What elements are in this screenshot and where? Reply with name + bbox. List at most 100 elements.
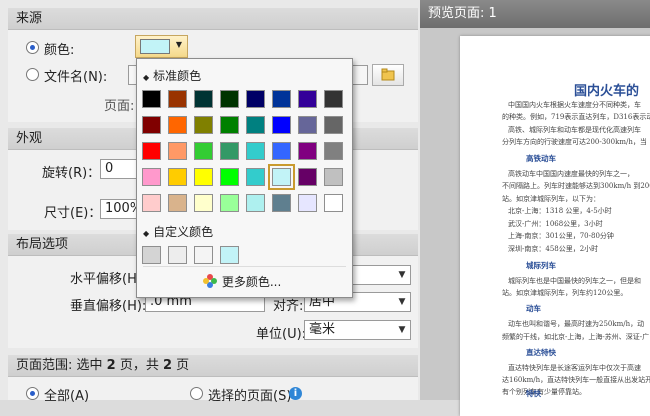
- color-swatch[interactable]: [246, 194, 265, 212]
- preview-title: 预览页面: 1: [420, 0, 650, 28]
- page-label: 页面:: [104, 99, 135, 114]
- preview-heading: 特快: [526, 389, 541, 398]
- page-range-prefix: 页面范围: 选中: [16, 358, 107, 373]
- color-picker-popup: ◆ 标准颜色 ◆ 自定义颜色 更多颜色...: [136, 58, 353, 298]
- all-pages-label: 全部(A): [44, 389, 90, 404]
- color-swatch[interactable]: [220, 90, 239, 108]
- color-swatch[interactable]: [194, 194, 213, 212]
- color-swatch[interactable]: [298, 90, 317, 108]
- color-swatch[interactable]: [142, 90, 161, 108]
- color-swatch[interactable]: [168, 116, 187, 134]
- custom-color-swatch[interactable]: [142, 246, 161, 264]
- color-swatch[interactable]: [324, 90, 343, 108]
- color-swatch[interactable]: [220, 142, 239, 160]
- color-swatch[interactable]: [324, 168, 343, 186]
- h-offset-label: 水平偏移(H):: [70, 272, 147, 287]
- color-swatch[interactable]: [194, 90, 213, 108]
- preview-content: 国内火车的 中国国内火车根据火车速度分不同种类，车 的种类。例如，719表示直达…: [460, 36, 650, 400]
- color-swatch[interactable]: [268, 164, 295, 190]
- color-swatch[interactable]: [272, 116, 291, 134]
- color-swatch[interactable]: [298, 194, 317, 212]
- page-range-suffix: 页: [172, 358, 190, 373]
- color-swatch[interactable]: [168, 194, 187, 212]
- preview-line: 武汉-广州：1068公里，3小时: [508, 220, 603, 228]
- divider: [143, 266, 346, 267]
- color-swatch[interactable]: [246, 90, 265, 108]
- color-swatch[interactable]: [168, 90, 187, 108]
- preview-line: 北京-上海：1318 公里，4-5小时: [508, 207, 612, 215]
- color-swatch[interactable]: [142, 168, 161, 186]
- color-dropdown-button[interactable]: ▼: [135, 35, 188, 58]
- filename-radio[interactable]: [26, 68, 39, 81]
- chevron-down-icon: ▼: [398, 270, 406, 280]
- color-swatch[interactable]: [324, 116, 343, 134]
- browse-button[interactable]: [372, 64, 404, 86]
- color-radio[interactable]: [26, 41, 39, 54]
- selected-count: 2: [106, 358, 116, 373]
- standard-colors-header: ◆ 标准颜色: [143, 67, 201, 84]
- filename-label: 文件名(N):: [44, 70, 108, 85]
- color-swatch[interactable]: [194, 116, 213, 134]
- color-swatch[interactable]: [142, 194, 161, 212]
- color-swatch[interactable]: [324, 142, 343, 160]
- v-offset-label: 垂直偏移(H):: [70, 299, 147, 314]
- page-range-middle: 页，共: [115, 358, 163, 373]
- color-swatch[interactable]: [298, 116, 317, 134]
- color-swatch[interactable]: [246, 168, 265, 186]
- color-swatch[interactable]: [194, 142, 213, 160]
- color-swatch[interactable]: [168, 142, 187, 160]
- page-range-section: 全部(A) 选择的页面(S): [8, 377, 418, 404]
- page-range-header: 页面范围: 选中 2 页，共 2 页: [8, 355, 418, 377]
- preview-line: 站。如京津城际列车，以下为：: [502, 195, 600, 203]
- color-swatch[interactable]: [220, 194, 239, 212]
- info-icon[interactable]: i: [289, 387, 302, 400]
- color-swatch[interactable]: [220, 168, 239, 186]
- preview-line: 高铁、城际列车和动车都是现代化高速列车: [508, 126, 641, 134]
- color-swatch[interactable]: [142, 116, 161, 134]
- color-swatch[interactable]: [246, 142, 265, 160]
- chevron-down-icon: ▼: [398, 297, 406, 307]
- doc-title: 国内火车的: [574, 84, 640, 99]
- color-swatch[interactable]: [142, 142, 161, 160]
- color-swatch[interactable]: [272, 194, 291, 212]
- color-label: 颜色:: [44, 43, 75, 58]
- custom-colors-label: 自定义颜色: [153, 225, 214, 239]
- diamond-icon: ◆: [143, 73, 150, 82]
- color-swatch[interactable]: [272, 90, 291, 108]
- preview-line: 深圳-南京：458公里，2小时: [508, 245, 599, 253]
- custom-colors-header: ◆ 自定义颜色: [143, 223, 213, 240]
- color-swatch[interactable]: [324, 194, 343, 212]
- preview-heading: 高铁动车: [526, 154, 556, 163]
- color-swatch[interactable]: [298, 142, 317, 160]
- total-count: 2: [162, 358, 173, 373]
- color-swatch[interactable]: [194, 168, 213, 186]
- preview-line: 达160km/h，直达特快列车一般直接从出发站开到: [502, 376, 650, 384]
- custom-color-swatch[interactable]: [220, 246, 239, 264]
- color-swatch[interactable]: [298, 168, 317, 186]
- color-swatch[interactable]: [220, 116, 239, 134]
- more-colors-button[interactable]: 更多颜色...: [202, 273, 281, 290]
- rotation-input[interactable]: 0: [100, 159, 140, 179]
- unit-value: 毫米: [309, 322, 336, 337]
- preview-heading: 直达特快: [526, 348, 556, 357]
- preview-line: 的种类。例如，719表示直达列车，D316表示动: [502, 113, 650, 121]
- unit-select[interactable]: 毫米 ▼: [304, 320, 411, 340]
- preview-heading: 城际列车: [526, 261, 556, 270]
- all-pages-radio[interactable]: [26, 387, 39, 400]
- selected-pages-radio[interactable]: [190, 387, 203, 400]
- color-swatch[interactable]: [272, 142, 291, 160]
- selected-pages-label: 选择的页面(S): [208, 389, 292, 404]
- preview-line: 站。如京津城际列车，列车约120公里。: [502, 289, 628, 297]
- preview-heading: 动车: [526, 304, 541, 313]
- preview-line: 不间隔路上。列车时速能够达到300km/h 到200: [502, 182, 650, 190]
- rotation-label: 旋转(R)：: [42, 166, 101, 181]
- preview-line: 动车也叫和谐号，最高时速为250km/h，动: [508, 320, 645, 328]
- color-swatch[interactable]: [168, 168, 187, 186]
- custom-color-swatch[interactable]: [194, 246, 213, 264]
- preview-line: 中国国内火车根据火车速度分不同种类，车: [508, 101, 641, 109]
- color-swatch[interactable]: [246, 116, 265, 134]
- size-input[interactable]: 100%: [100, 199, 140, 219]
- custom-color-swatch[interactable]: [168, 246, 187, 264]
- chevron-down-icon: ▼: [175, 40, 182, 49]
- preview-line: 直达特快列车是长途客运列车中仅次于高速: [508, 364, 641, 372]
